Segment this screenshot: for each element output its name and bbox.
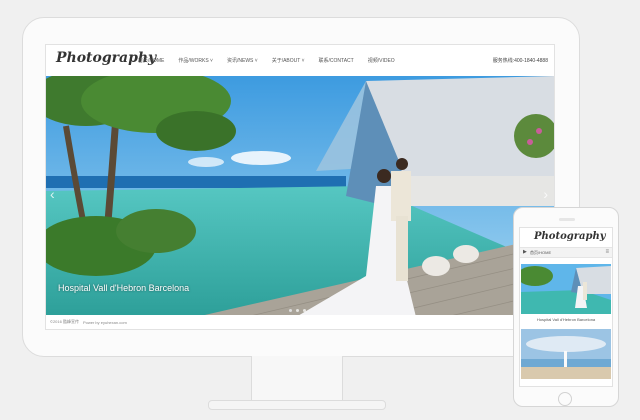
site-footer: ©2016 酷峰宣传 Power by eyuhexan.com xyxy=(46,315,554,329)
play-icon: ▶ xyxy=(523,249,527,255)
nav-home[interactable]: 首页/HOME xyxy=(138,57,164,64)
hotline-text: 服务热线:400-1840-4888 xyxy=(492,58,548,64)
mobile-screen: Photography ▶ 首页/HOME ≡ Hospital Vall d'… xyxy=(519,227,613,387)
desktop-screen: Photography 首页/HOME 作品/WORKS ˅ 资讯/NEWS ˅… xyxy=(45,44,555,330)
nav-contact[interactable]: 联系/CONTACT xyxy=(319,57,354,64)
slide-dots xyxy=(289,309,306,312)
mobile-site-logo[interactable]: Photography xyxy=(534,231,606,242)
chevron-down-icon: ˅ xyxy=(208,58,213,64)
hero-caption: Hospital Vall d'Hebron Barcelona xyxy=(58,283,190,293)
nav-video[interactable]: 视频/VIDEO xyxy=(368,57,395,64)
chevron-down-icon: ˅ xyxy=(300,58,305,64)
slide-dot[interactable] xyxy=(296,309,299,312)
mobile-nav-bar: ▶ 首页/HOME ≡ xyxy=(520,247,612,258)
menu-icon[interactable]: ≡ xyxy=(605,249,609,255)
mobile-hero-caption: Hospital Vall d'Hebron Barcelona xyxy=(536,317,596,322)
main-nav: 首页/HOME 作品/WORKS ˅ 资讯/NEWS ˅ 关于/ABOUT ˅ … xyxy=(138,57,395,64)
hero-slider[interactable]: Hospital Vall d'Hebron Barcelona ‹ › xyxy=(46,76,554,317)
hero-photo xyxy=(46,76,554,317)
phone-speaker xyxy=(559,218,575,221)
slide-dot[interactable] xyxy=(289,309,292,312)
chevron-down-icon: ˅ xyxy=(253,58,258,64)
slide-dot[interactable] xyxy=(303,309,306,312)
nav-works[interactable]: 作品/WORKS ˅ xyxy=(178,57,213,64)
footer-credit[interactable]: Power by eyuhexan.com xyxy=(83,320,127,325)
monitor-stand-neck xyxy=(251,356,343,402)
prev-slide-arrow-icon[interactable]: ‹ xyxy=(50,186,55,202)
mobile-nav-home[interactable]: 首页/HOME xyxy=(530,250,551,256)
nav-news[interactable]: 资讯/NEWS ˅ xyxy=(227,57,258,64)
monitor-stand-base xyxy=(208,400,386,410)
nav-about[interactable]: 关于/ABOUT ˅ xyxy=(272,57,305,64)
footer-copyright: ©2016 酷峰宣传 xyxy=(50,319,79,324)
phone-home-button[interactable] xyxy=(558,392,572,406)
mobile-gallery-photo[interactable] xyxy=(521,329,611,379)
mobile-hero-photo[interactable] xyxy=(521,264,611,314)
next-slide-arrow-icon[interactable]: › xyxy=(543,186,548,202)
site-header: Photography 首页/HOME 作品/WORKS ˅ 资讯/NEWS ˅… xyxy=(46,45,554,76)
mobile-phone-frame: Photography ▶ 首页/HOME ≡ Hospital Vall d'… xyxy=(513,207,619,407)
